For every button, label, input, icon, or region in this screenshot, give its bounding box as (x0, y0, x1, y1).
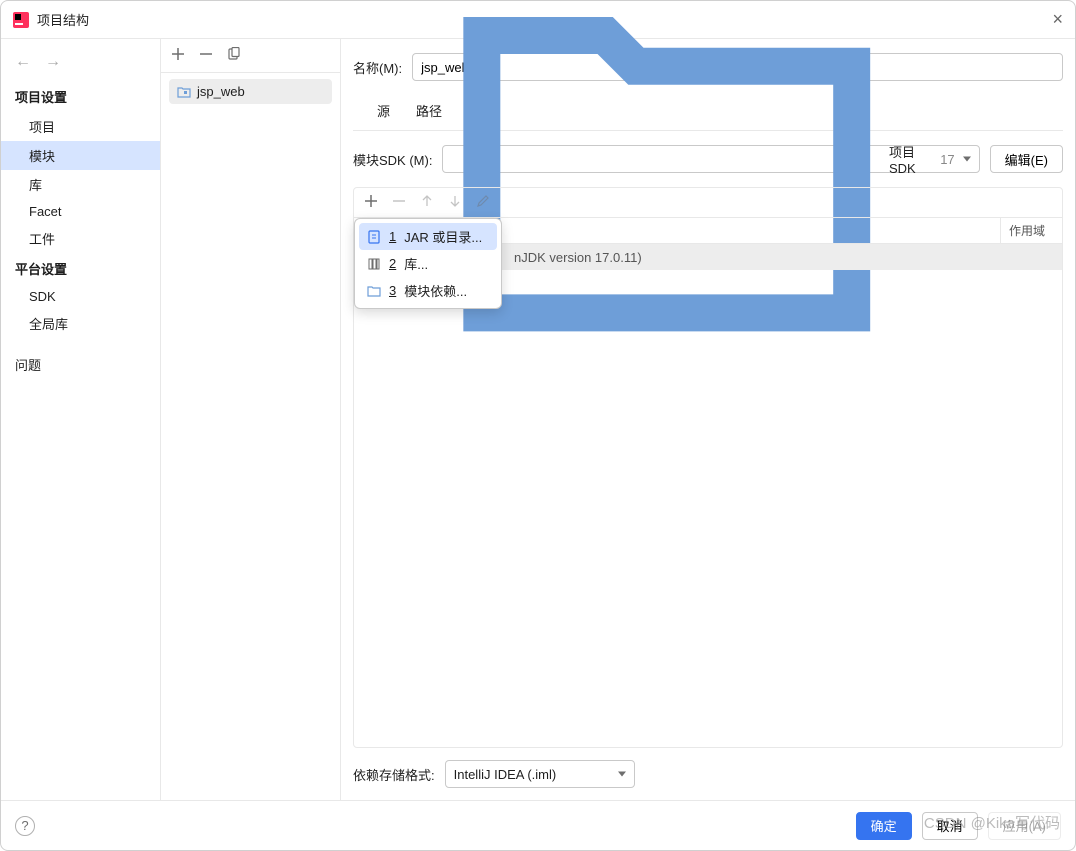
storage-format-dropdown[interactable]: IntelliJ IDEA (.iml) (445, 760, 635, 788)
module-list-panel: jsp_web (161, 39, 341, 800)
add-dep-icon[interactable] (364, 194, 378, 211)
popup-num: 3 (389, 283, 396, 298)
copy-module-icon[interactable] (227, 47, 241, 64)
nav-item-modules[interactable]: 模块 (1, 141, 160, 170)
storage-format-label: 依赖存储格式: (353, 765, 435, 784)
left-nav: ← → 项目设置 项目 模块 库 Facet 工件 平台设置 SDK 全局库 问… (1, 39, 161, 800)
module-item-jspweb[interactable]: jsp_web (169, 79, 332, 104)
edit-dep-icon[interactable] (476, 194, 490, 211)
deps-scope-header: 作用域 (1000, 218, 1062, 243)
nav-item-facet[interactable]: Facet (1, 199, 160, 224)
popup-item-jar[interactable]: 1 JAR 或目录... (359, 223, 497, 250)
popup-item-module-dep[interactable]: 3 模块依赖... (359, 277, 497, 304)
nav-item-artifacts[interactable]: 工件 (1, 224, 160, 253)
app-icon (13, 12, 29, 28)
section-project-settings: 项目设置 (1, 81, 160, 112)
module-sdk-dropdown[interactable]: 项目SDK 17 (442, 145, 979, 173)
sdk-value-prefix: 项目SDK (889, 142, 934, 176)
section-platform-settings: 平台设置 (1, 253, 160, 284)
help-icon[interactable]: ? (15, 816, 35, 836)
add-dependency-popup: 1 JAR 或目录... 2 库... 3 模块依赖... (354, 218, 502, 309)
forward-icon[interactable]: → (45, 53, 61, 71)
popup-label: 库... (404, 254, 428, 273)
ok-button[interactable]: 确定 (856, 812, 912, 840)
dialog-footer: ? 确定 取消 应用(A) (1, 800, 1075, 850)
nav-item-libraries[interactable]: 库 (1, 170, 160, 199)
back-icon[interactable]: ← (15, 53, 31, 71)
module-dep-icon (367, 284, 381, 298)
remove-module-icon[interactable] (199, 47, 213, 64)
popup-num: 1 (389, 229, 396, 244)
close-icon[interactable]: × (1052, 9, 1063, 30)
window-title: 项目结构 (37, 10, 89, 29)
nav-item-global-libs[interactable]: 全局库 (1, 309, 160, 338)
add-module-icon[interactable] (171, 47, 185, 64)
nav-history: ← → (1, 45, 160, 81)
popup-item-library[interactable]: 2 库... (359, 250, 497, 277)
library-icon (367, 257, 381, 271)
nav-item-project[interactable]: 项目 (1, 112, 160, 141)
module-toolbar (161, 39, 340, 73)
cancel-button[interactable]: 取消 (922, 812, 978, 840)
tab-sources[interactable]: 源 (375, 95, 392, 130)
nav-item-sdk[interactable]: SDK (1, 284, 160, 309)
module-detail-panel: 名称(M): 源 路径 依赖 模块SDK (M): 项目SDK 17 编辑(E) (341, 39, 1075, 800)
jar-icon (367, 230, 381, 244)
tab-paths[interactable]: 路径 (414, 95, 444, 130)
module-folder-icon (177, 85, 191, 99)
popup-num: 2 (389, 256, 396, 271)
module-item-label: jsp_web (197, 84, 245, 99)
popup-label: JAR 或目录... (404, 227, 482, 246)
sdk-value-suffix: 17 (940, 152, 954, 167)
sdk-label: 模块SDK (M): (353, 150, 432, 169)
deps-toolbar (354, 188, 1062, 218)
nav-item-problems[interactable]: 问题 (1, 350, 160, 379)
dialog-body: ← → 项目设置 项目 模块 库 Facet 工件 平台设置 SDK 全局库 问… (1, 39, 1075, 800)
project-structure-dialog: 项目结构 × ← → 项目设置 项目 模块 库 Facet 工件 平台设置 SD… (0, 0, 1076, 851)
edit-sdk-button[interactable]: 编辑(E) (990, 145, 1063, 173)
remove-dep-icon[interactable] (392, 194, 406, 211)
dependencies-panel: 1 JAR 或目录... 2 库... 3 模块依赖... (353, 187, 1063, 748)
apply-button[interactable]: 应用(A) (988, 812, 1061, 840)
name-label: 名称(M): (353, 58, 402, 77)
storage-format-value: IntelliJ IDEA (.iml) (454, 767, 557, 782)
move-up-icon[interactable] (420, 194, 434, 211)
popup-label: 模块依赖... (404, 281, 467, 300)
move-down-icon[interactable] (448, 194, 462, 211)
